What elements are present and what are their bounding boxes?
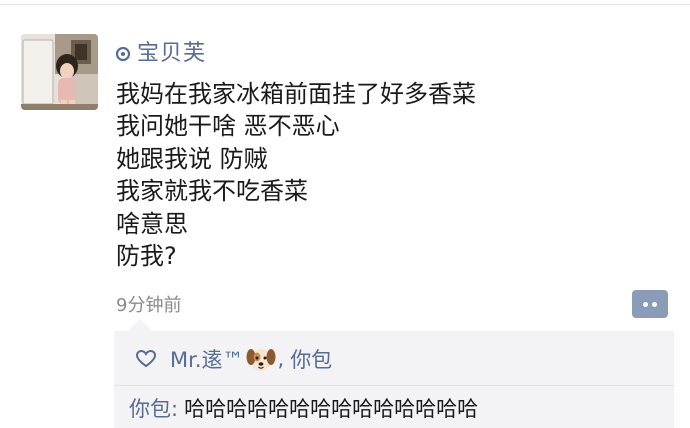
content-line: 防我? xyxy=(116,242,177,271)
author-name[interactable]: 宝贝芙 xyxy=(137,35,206,67)
content-line: 她跟我说 防贼 xyxy=(116,144,268,173)
comment-menu-button[interactable] xyxy=(632,290,668,318)
content-line: 我家就我不吃香菜 xyxy=(116,177,308,206)
like-user-name[interactable]: 你包 xyxy=(290,344,332,374)
comment-separator: : xyxy=(171,397,179,421)
like-user-name[interactable]: Mr.逺™ xyxy=(170,344,244,374)
avatar-illustration xyxy=(21,34,98,110)
nickname-row: 宝贝芙 xyxy=(116,36,206,66)
ellipsis-dot-icon xyxy=(652,301,657,307)
post-content: 我妈在我家冰箱前面挂了好多香菜 我问她干啥 恶不恶心 她跟我说 防贼 我家就我不… xyxy=(116,78,656,272)
content-line: 我妈在我家冰箱前面挂了好多香菜 xyxy=(116,80,476,108)
dog-emoji-icon xyxy=(246,349,275,371)
moments-post: 宝贝芙 我妈在我家冰箱前面挂了好多香菜 我问她干啥 恶不恶心 她跟我说 防贼 我… xyxy=(0,0,690,428)
likes-row: Mr.逺™ , 你包 xyxy=(136,345,332,373)
post-timestamp: 9分钟前 xyxy=(116,295,182,316)
interaction-panel: Mr.逺™ , 你包 你包: 哈哈哈哈哈哈哈哈哈哈哈哈哈哈 xyxy=(114,331,674,428)
likes-divider xyxy=(114,385,674,386)
comment-text: 哈哈哈哈哈哈哈哈哈哈哈哈哈哈 xyxy=(184,397,479,421)
moments-circle-icon xyxy=(116,47,130,61)
interaction-caret xyxy=(128,319,152,331)
content-line: 我问她干啥 恶不恶心 xyxy=(116,112,340,141)
comment-item[interactable]: 你包: 哈哈哈哈哈哈哈哈哈哈哈哈哈哈 xyxy=(129,393,478,423)
ellipsis-dot-icon xyxy=(643,301,648,307)
content-line: 啥意思 xyxy=(116,209,188,238)
comment-author[interactable]: 你包 xyxy=(129,397,171,421)
like-separator: , xyxy=(277,347,285,371)
heart-icon xyxy=(136,350,156,368)
avatar[interactable] xyxy=(21,34,98,110)
